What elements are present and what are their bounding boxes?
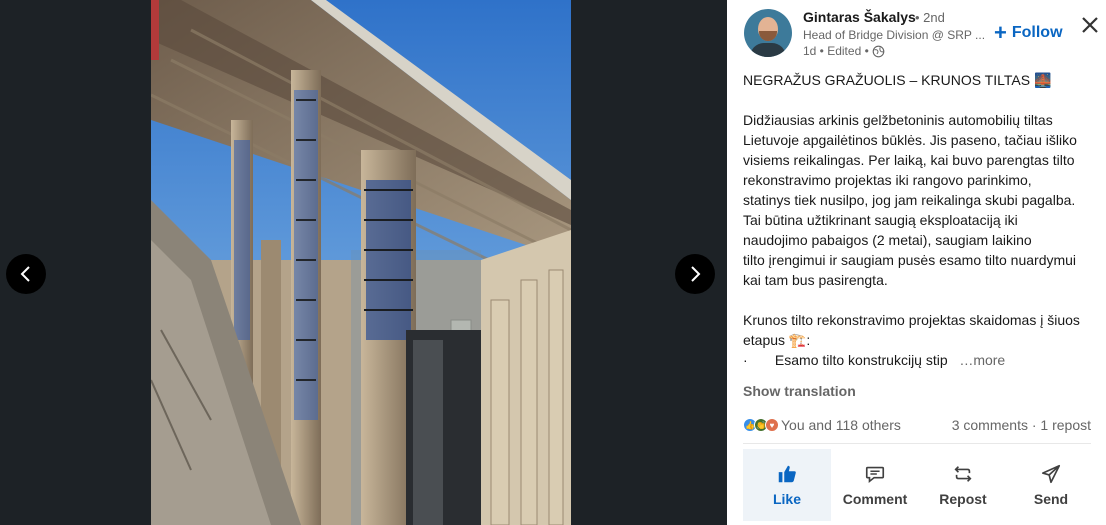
post-body: NEGRAŽUS GRAŽUOLIS – KRUNOS TILTAS 🌉 Did…	[743, 70, 1095, 370]
bullet-marker: ·	[743, 352, 748, 368]
post-line: naudojimo pabaigos (2 metai), saugiam la…	[743, 232, 1032, 248]
post-actions: Like Comment Repost Send	[743, 449, 1095, 521]
post-photo	[151, 0, 571, 525]
repost-label: Repost	[939, 491, 987, 507]
post-line: etapus 🏗️:	[743, 332, 811, 348]
globe-icon	[872, 45, 885, 57]
post-line: Tai būtina užtikrinant saugią eksploatac…	[743, 212, 1018, 228]
author-avatar[interactable]	[744, 9, 792, 57]
show-translation-link[interactable]: Show translation	[743, 383, 856, 399]
repost-button[interactable]: Repost	[919, 449, 1007, 521]
author-headline: Head of Bridge Division @ SRP ...	[803, 28, 986, 42]
plus-icon: +	[994, 20, 1007, 45]
connection-degree: • 2nd	[915, 10, 945, 25]
post-meta: 1d • Edited •	[803, 44, 885, 58]
bridge-photo-illustration	[151, 0, 571, 525]
comments-reposts-count[interactable]: 3 comments · 1 repost	[952, 417, 1091, 433]
previous-image-button[interactable]	[6, 254, 46, 294]
send-button[interactable]: Send	[1007, 449, 1095, 521]
post-line: tilto įrengimui ir saugiam pusės esamo t…	[743, 252, 1077, 268]
author-name[interactable]: Gintaras Šakalys	[803, 9, 916, 25]
love-icon: ♥	[765, 418, 779, 432]
post-line: rekonstravimo projektas iki rangovo pari…	[743, 172, 1032, 188]
chevron-right-icon	[691, 266, 701, 282]
comment-button[interactable]: Comment	[831, 449, 919, 521]
post-line: Didžiausias arkinis gelžbetoninis automo…	[743, 112, 1053, 128]
repost-icon	[954, 466, 972, 482]
bullet-line: · Esamo tilto konstrukcijų stip …more	[743, 350, 1095, 370]
follow-button[interactable]: + Follow	[994, 20, 1063, 45]
post-title: NEGRAŽUS GRAŽUOLIS – KRUNOS TILTAS 🌉	[743, 72, 1052, 88]
image-viewer	[0, 0, 727, 525]
like-label: Like	[772, 491, 801, 507]
post-line: Krunos tilto rekonstravimo projektas ska…	[743, 312, 1080, 328]
reactions-count: You and 118 others	[781, 417, 901, 433]
reactions-summary[interactable]: 👍 👏 ♥ You and 118 others	[743, 417, 901, 433]
thumbs-up-icon	[778, 465, 796, 483]
post-line: Lietuvoje apgailėtinos būklės. Jis pasen…	[743, 132, 1077, 148]
see-more-link[interactable]: …more	[959, 352, 1005, 368]
bullet-text: Esamo tilto konstrukcijų stip	[774, 352, 948, 368]
like-button[interactable]: Like	[743, 449, 831, 521]
send-label: Send	[1033, 491, 1069, 507]
follow-label: Follow	[1011, 24, 1063, 41]
close-icon[interactable]	[1079, 14, 1101, 36]
comment-icon	[865, 466, 885, 484]
post-line: kai tam bus pasirengta.	[743, 272, 888, 288]
post-detail-panel: Gintaras Šakalys • 2nd Head of Bridge Di…	[727, 0, 1106, 525]
post-line: visiems reikalingas. Per laiką, kai buvo…	[743, 152, 1075, 168]
chevron-left-icon	[20, 266, 30, 282]
send-icon	[1041, 464, 1061, 484]
divider	[743, 443, 1091, 444]
post-line: statinys tiek nusilpo, jog jam reikaling…	[743, 192, 1076, 208]
comment-label: Comment	[842, 491, 908, 507]
post-timestamp: 1d • Edited •	[803, 44, 869, 58]
reaction-icons: 👍 👏 ♥	[743, 418, 779, 432]
next-image-button[interactable]	[675, 254, 715, 294]
